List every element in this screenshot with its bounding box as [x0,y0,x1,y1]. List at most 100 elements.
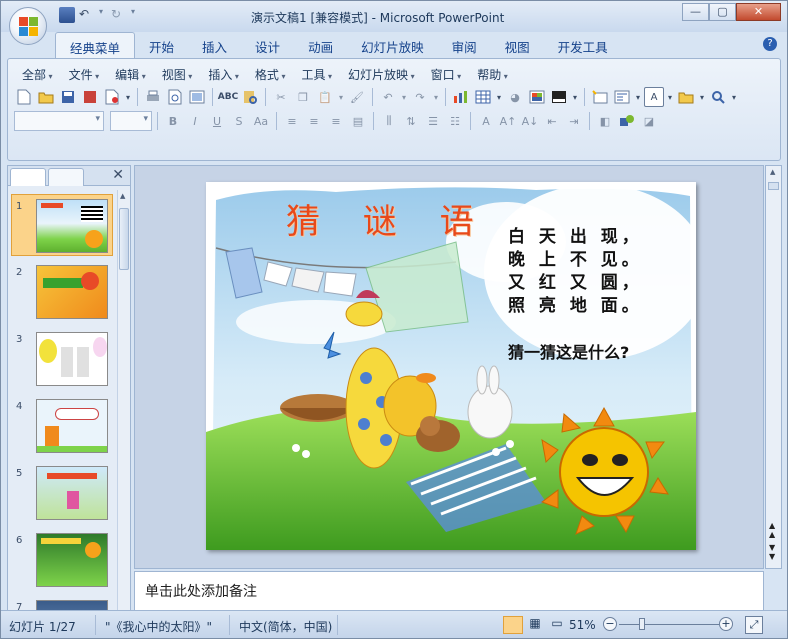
research-icon[interactable] [240,87,260,107]
format-painter-icon[interactable]: 🖌 [347,87,367,107]
scroll-up-icon[interactable]: ▲ [770,168,775,176]
redo-toolbar-icon[interactable]: ↷ [410,87,430,107]
customize-qat-icon[interactable]: ▾ [131,7,139,23]
normal-view-icon[interactable] [503,616,523,634]
shapes-icon[interactable] [617,111,637,131]
new-slide-icon[interactable] [590,87,610,107]
thumbnail-slide-2[interactable]: 2 [12,261,114,323]
tab-developer[interactable]: 开发工具 [544,32,622,58]
tab-review[interactable]: 审阅 [438,32,491,58]
paste-dropdown-icon[interactable]: ▾ [337,87,345,107]
increase-font-icon[interactable]: A↑ [498,111,518,131]
shadow-icon[interactable]: S [229,111,249,131]
shape-style-icon[interactable]: ◪ [639,111,659,131]
change-case-icon[interactable]: Aa [251,111,271,131]
cut-icon[interactable]: ✂ [271,87,291,107]
menu-slideshow[interactable]: 幻灯片放映 [340,64,423,82]
columns-icon[interactable]: ⫼ [379,111,399,131]
text-direction-icon[interactable]: ⇅ [401,111,421,131]
increase-indent-icon[interactable]: ⇥ [564,111,584,131]
color-grayscale-icon[interactable] [527,87,547,107]
menu-file[interactable]: 文件 [61,64,108,82]
undo-icon[interactable]: ↶ [79,7,95,23]
zoom-in-icon[interactable]: + [719,617,733,631]
slide-layout-dropdown-icon[interactable]: ▾ [634,87,642,107]
tab-animation[interactable]: 动画 [294,32,347,58]
paste-icon[interactable]: 📋 [315,87,335,107]
slide-layout-icon[interactable] [612,87,632,107]
align-left-icon[interactable]: ≡ [282,111,302,131]
align-right-icon[interactable]: ≡ [326,111,346,131]
bold-icon[interactable]: B [163,111,183,131]
undo-toolbar-icon[interactable]: ↶ [378,87,398,107]
align-center-icon[interactable]: ≡ [304,111,324,131]
scroll-thumb[interactable] [768,182,779,190]
undo-dropdown-icon[interactable]: ▾ [99,7,107,23]
find-dropdown-icon[interactable]: ▾ [730,87,738,107]
arrange-icon[interactable]: ◧ [595,111,615,131]
thumbnail-slide-1[interactable]: 1 [11,194,113,256]
language-indicator[interactable]: 中文(简体，中国) [239,618,332,635]
thumbnail-slide-7[interactable]: 7 [12,596,114,610]
minimize-button[interactable]: — [682,3,709,21]
tab-outline[interactable] [48,168,84,186]
folder-dropdown-icon[interactable]: ▾ [698,87,706,107]
text-box-dropdown-icon[interactable]: ▾ [666,87,674,107]
help-icon[interactable]: ? [763,37,777,51]
print-preview-icon[interactable] [165,87,185,107]
zoom-slider-track[interactable] [619,624,719,625]
font-color-icon[interactable]: A [476,111,496,131]
maximize-button[interactable]: ▢ [709,3,736,21]
redo-icon[interactable]: ↻ [111,7,127,23]
open-folder-icon[interactable] [36,87,56,107]
close-panel-icon[interactable]: ✕ [112,167,124,183]
tab-view[interactable]: 视图 [491,32,544,58]
scroll-up-icon[interactable]: ▲ [120,192,125,200]
decrease-indent-icon[interactable]: ⇤ [542,111,562,131]
copy-icon[interactable]: ❐ [293,87,313,107]
tab-design[interactable]: 设计 [241,32,294,58]
slideshow-view-icon[interactable]: ▭ [547,616,567,634]
slide-sorter-view-icon[interactable]: ▦ [525,616,545,634]
menu-edit[interactable]: 编辑 [107,64,154,82]
current-slide[interactable]: 猜 谜 语 白 天 出 现， 晚 上 不 见。 又 红 又 圆， 照 亮 地 面… [206,182,696,550]
tab-slides[interactable] [10,168,46,186]
insert-table-icon[interactable] [473,87,493,107]
text-box-icon[interactable]: A [644,87,664,107]
color-mode-icon[interactable] [549,87,569,107]
menu-help[interactable]: 帮助 [469,64,516,82]
underline-icon[interactable]: U [207,111,227,131]
zoom-out-icon[interactable]: − [603,617,617,631]
scroll-thumb[interactable] [119,208,129,270]
font-name-combo[interactable] [14,111,104,131]
insert-chart-icon[interactable] [451,87,471,107]
new-file-icon[interactable] [14,87,34,107]
slide-sorter-icon[interactable] [187,87,207,107]
zoom-slider-handle[interactable] [639,618,645,630]
close-button[interactable]: ✕ [736,3,781,21]
tab-classic-menu[interactable]: 经典菜单 [55,32,136,58]
justify-icon[interactable]: ▤ [348,111,368,131]
menu-window[interactable]: 窗口 [423,64,470,82]
thumbnail-slide-5[interactable]: 5 [12,462,114,524]
notes-pane[interactable]: 单击此处添加备注 [134,571,764,611]
next-slide-icon[interactable]: ▼ ▼ [769,543,775,561]
office-button[interactable] [9,7,47,45]
color-mode-dropdown-icon[interactable]: ▾ [571,87,579,107]
theme-name[interactable]: "《我心中的太阳》" [105,618,212,635]
menu-all[interactable]: 全部 [14,64,61,82]
thumbnail-slide-3[interactable]: 3 [12,328,114,390]
fit-to-window-icon[interactable]: ⤢ [745,616,763,634]
folder-icon[interactable] [676,87,696,107]
save-file-icon[interactable] [58,87,78,107]
tab-home[interactable]: 开始 [135,32,188,58]
decrease-font-icon[interactable]: A↓ [520,111,540,131]
previous-slide-icon[interactable]: ▲ ▲ [769,521,775,539]
insert-table-dropdown-icon[interactable]: ▾ [495,87,503,107]
menu-tools[interactable]: 工具 [293,64,340,82]
tab-slideshow[interactable]: 幻灯片放映 [347,32,438,58]
zoom-level[interactable]: 51% [569,618,596,632]
insert-clipart-icon[interactable]: ◕ [505,87,525,107]
menu-view[interactable]: 视图 [154,64,201,82]
redo-toolbar-dropdown-icon[interactable]: ▾ [432,87,440,107]
